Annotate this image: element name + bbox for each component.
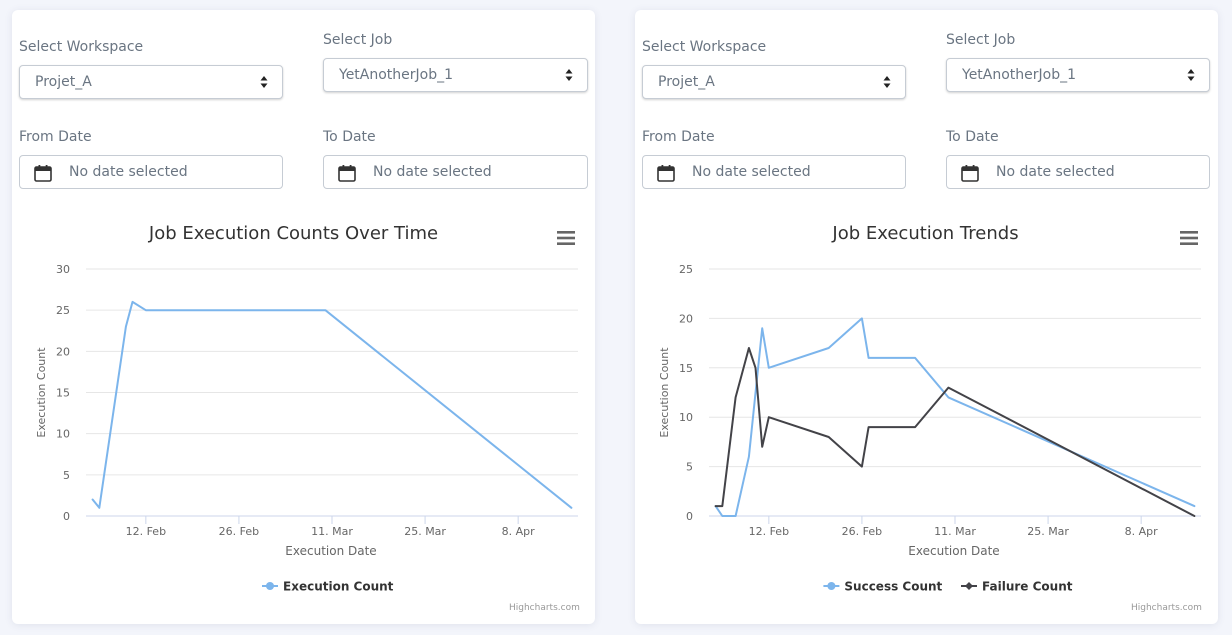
- x-tick-label: 25. Mar: [404, 525, 446, 538]
- y-tick-label: 0: [63, 510, 70, 523]
- legend-marker: [266, 582, 274, 590]
- x-tick-label: 26. Feb: [842, 525, 882, 538]
- y-tick-label: 10: [56, 428, 70, 441]
- y-tick-label: 15: [679, 362, 693, 375]
- legend-marker: [827, 582, 836, 590]
- x-tick-label: 12. Feb: [126, 525, 166, 538]
- chart-panel-left: Select Workspace Projet_A Select Job Yet…: [12, 10, 595, 624]
- x-axis-title: Execution Date: [908, 544, 999, 558]
- y-tick-label: 20: [56, 345, 70, 358]
- x-tick-label: 11. Mar: [311, 525, 353, 538]
- chart-panel-right: Select Workspace Projet_A Select Job Yet…: [635, 10, 1218, 624]
- x-axis-title: Execution Date: [285, 544, 376, 558]
- y-tick-label: 25: [679, 263, 693, 276]
- y-tick-label: 30: [56, 263, 70, 276]
- legend-item-label: Failure Count: [982, 580, 1073, 594]
- legend-item-label: Execution Count: [283, 580, 394, 594]
- y-tick-label: 25: [56, 304, 70, 317]
- y-tick-label: 10: [679, 411, 693, 424]
- highcharts-credits[interactable]: Highcharts.com: [509, 603, 580, 613]
- y-tick-label: 15: [56, 387, 70, 400]
- y-tick-label: 20: [679, 312, 693, 325]
- legend-marker: [965, 582, 973, 590]
- y-axis-title: Execution Count: [35, 347, 48, 438]
- y-tick-label: 5: [686, 461, 693, 474]
- line-chart: 0 5 10 15 20 25 12. Feb 26. Feb 11. Mar 25. Mar 8.…: [658, 263, 1201, 594]
- highcharts-credits[interactable]: Highcharts.com: [1131, 603, 1202, 613]
- y-tick-label: 5: [63, 469, 70, 482]
- series-line: [91, 300, 573, 509]
- legend-item-label: Success Count: [844, 580, 942, 594]
- series-line: [714, 347, 1196, 517]
- y-axis-title: Execution Count: [658, 347, 671, 438]
- y-tick-label: 0: [686, 510, 693, 523]
- x-tick-label: 8. Apr: [502, 525, 535, 538]
- x-tick-label: 8. Apr: [1125, 525, 1158, 538]
- x-tick-label: 26. Feb: [219, 525, 259, 538]
- x-tick-label: 12. Feb: [749, 525, 789, 538]
- x-tick-label: 25. Mar: [1027, 525, 1069, 538]
- x-tick-label: 11. Mar: [934, 525, 976, 538]
- line-chart: 0 5 10 15 20 25 30 12. Feb 26. Feb 11. Mar 25. Mar…: [35, 263, 578, 594]
